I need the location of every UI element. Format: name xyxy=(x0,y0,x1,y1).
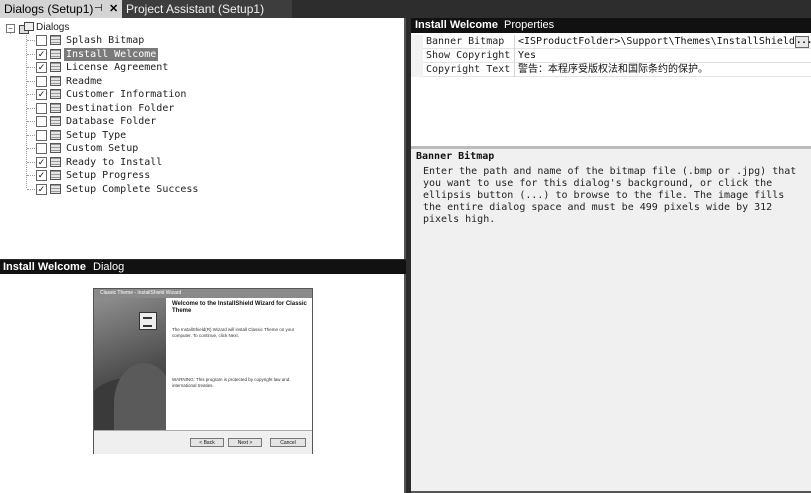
tree-item-label: Install Welcome xyxy=(64,47,159,61)
tree-item[interactable]: ✓ Install Welcome xyxy=(0,47,220,61)
preview-header-title: Install Welcome xyxy=(3,261,86,273)
checkbox-unchecked[interactable] xyxy=(36,75,47,87)
preview-header-subtitle: Dialog xyxy=(93,261,125,273)
checkbox-checked[interactable]: ✓ xyxy=(36,170,47,181)
checkbox-checked[interactable]: ✓ xyxy=(36,48,47,60)
wizard-side-image xyxy=(94,298,166,430)
close-icon[interactable]: ✕ xyxy=(109,0,118,18)
dialog-preview-pane: Classic Theme - InstallShield Wizard Wel… xyxy=(0,274,406,493)
tab-project-assistant[interactable]: Project Assistant (Setup1) xyxy=(122,0,292,18)
tab-dialogs-label: Dialogs (Setup1) xyxy=(4,2,94,16)
dialogs-folder-icon xyxy=(19,22,34,34)
tree-item-label: Ready to Install xyxy=(66,156,163,168)
dialog-icon xyxy=(50,156,61,167)
wizard-preview[interactable]: Classic Theme - InstallShield Wizard Wel… xyxy=(93,288,313,454)
tree-item-label: License Agreement xyxy=(66,62,169,73)
tree-item[interactable]: ✓ Customer Information xyxy=(0,88,220,101)
property-row-copyright-text[interactable]: Copyright Text 警告：本程序受版权法和国际条约的保护。 xyxy=(411,63,811,77)
properties-header: Install Welcome Properties xyxy=(411,18,811,33)
tree-item-label: Setup Complete Success xyxy=(66,183,199,195)
tree-item[interactable]: Custom Setup xyxy=(0,142,220,155)
checkbox-unchecked[interactable] xyxy=(36,116,47,127)
dialog-icon xyxy=(50,102,61,113)
tree-item-label: Setup Type xyxy=(66,129,127,141)
cancel-button[interactable]: Cancel xyxy=(270,438,306,447)
tree-item[interactable]: ✓ Setup Progress xyxy=(0,169,220,182)
property-value[interactable]: <ISProductFolder>\Support\Themes\Install… xyxy=(518,35,796,49)
checkbox-checked[interactable]: ✓ xyxy=(36,183,47,195)
dialog-icon xyxy=(50,170,61,180)
tree-item[interactable]: ✓ Setup Complete Success xyxy=(0,183,220,196)
checkbox-checked[interactable]: ✓ xyxy=(36,89,47,100)
dialog-icon xyxy=(50,183,61,194)
tree-root[interactable]: − Dialogs xyxy=(0,21,200,34)
preview-header: Install Welcome Dialog xyxy=(0,260,406,274)
tab-dialogs[interactable]: Dialogs (Setup1) ⊣ ✕ xyxy=(0,0,122,18)
property-value[interactable]: 警告：本程序受版权法和国际条约的保护。 xyxy=(518,63,796,77)
tree-item-label: Customer Information xyxy=(66,89,187,100)
dialog-icon xyxy=(50,75,61,86)
tree-item[interactable]: Splash Bitmap xyxy=(0,34,220,47)
tree-item[interactable]: Destination Folder xyxy=(0,102,220,115)
ellipsis-button[interactable]: ... xyxy=(795,36,811,48)
property-name: Banner Bitmap xyxy=(426,36,505,47)
wizard-warning: WARNING: This program is protected by co… xyxy=(172,377,290,388)
tree-item-label: Readme xyxy=(66,75,103,87)
tree-item[interactable]: ✓ Ready to Install xyxy=(0,156,220,169)
property-name: Show Copyright xyxy=(426,50,511,61)
property-name: Copyright Text xyxy=(426,64,511,75)
tree-root-label: Dialogs xyxy=(36,22,70,33)
tab-project-assistant-label: Project Assistant (Setup1) xyxy=(126,2,265,16)
collapse-icon[interactable]: − xyxy=(6,24,15,33)
tree-item[interactable]: Readme xyxy=(0,75,220,88)
tree-item-label: Custom Setup xyxy=(66,143,139,154)
checkbox-checked[interactable]: ✓ xyxy=(36,62,47,73)
tree-item[interactable]: Database Folder xyxy=(0,115,220,128)
dialog-icon xyxy=(50,143,61,153)
tree-item-label: Destination Folder xyxy=(66,102,175,114)
tree-item[interactable]: ✓ License Agreement xyxy=(0,61,220,74)
checkbox-unchecked[interactable] xyxy=(36,143,47,154)
properties-grid: Banner Bitmap <ISProductFolder>\Support\… xyxy=(411,33,811,146)
checkbox-checked[interactable]: ✓ xyxy=(36,156,47,168)
wizard-footer: < Back Next > Cancel xyxy=(94,430,312,454)
tree-item-label: Splash Bitmap xyxy=(66,35,145,46)
tree-item-label: Database Folder xyxy=(66,116,157,127)
dialog-icon xyxy=(50,35,61,45)
dialog-icon xyxy=(50,62,61,72)
next-button[interactable]: Next > xyxy=(228,438,262,447)
property-value[interactable]: Yes xyxy=(518,49,796,63)
wizard-intro: The InstallShield(R) Wizard will install… xyxy=(172,327,295,338)
back-button[interactable]: < Back xyxy=(190,438,224,447)
description-text: Enter the path and name of the bitmap fi… xyxy=(423,166,797,225)
checkbox-unchecked[interactable] xyxy=(36,35,47,46)
dialog-icon xyxy=(50,116,61,126)
tree-item-label: Setup Progress xyxy=(66,170,151,181)
property-row-banner-bitmap[interactable]: Banner Bitmap <ISProductFolder>\Support\… xyxy=(411,35,811,49)
description-title: Banner Bitmap xyxy=(416,151,495,162)
dialog-icon xyxy=(50,89,61,99)
properties-header-title: Install Welcome xyxy=(415,19,498,31)
checkbox-unchecked[interactable] xyxy=(36,129,47,141)
checkbox-unchecked[interactable] xyxy=(36,102,47,114)
wizard-heading: Welcome to the InstallShield Wizard for … xyxy=(172,301,307,314)
document-tab-bar: Dialogs (Setup1) ⊣ ✕ Project Assistant (… xyxy=(0,0,811,18)
property-description-panel: Banner Bitmap Enter the path and name of… xyxy=(411,149,811,493)
property-row-show-copyright[interactable]: Show Copyright Yes xyxy=(411,49,811,63)
dialog-icon xyxy=(50,48,61,59)
properties-header-subtitle: Properties xyxy=(504,19,555,31)
tree-item[interactable]: Setup Type xyxy=(0,129,220,142)
installer-logo-icon xyxy=(139,312,157,330)
dialog-icon xyxy=(50,129,61,140)
wizard-title: Classic Theme - InstallShield Wizard xyxy=(94,289,312,298)
dialogs-tree-pane: − Dialogs Splash Bitmap ✓ Install Welcome ✓… xyxy=(0,18,406,259)
pin-icon[interactable]: ⊣ xyxy=(94,0,103,18)
